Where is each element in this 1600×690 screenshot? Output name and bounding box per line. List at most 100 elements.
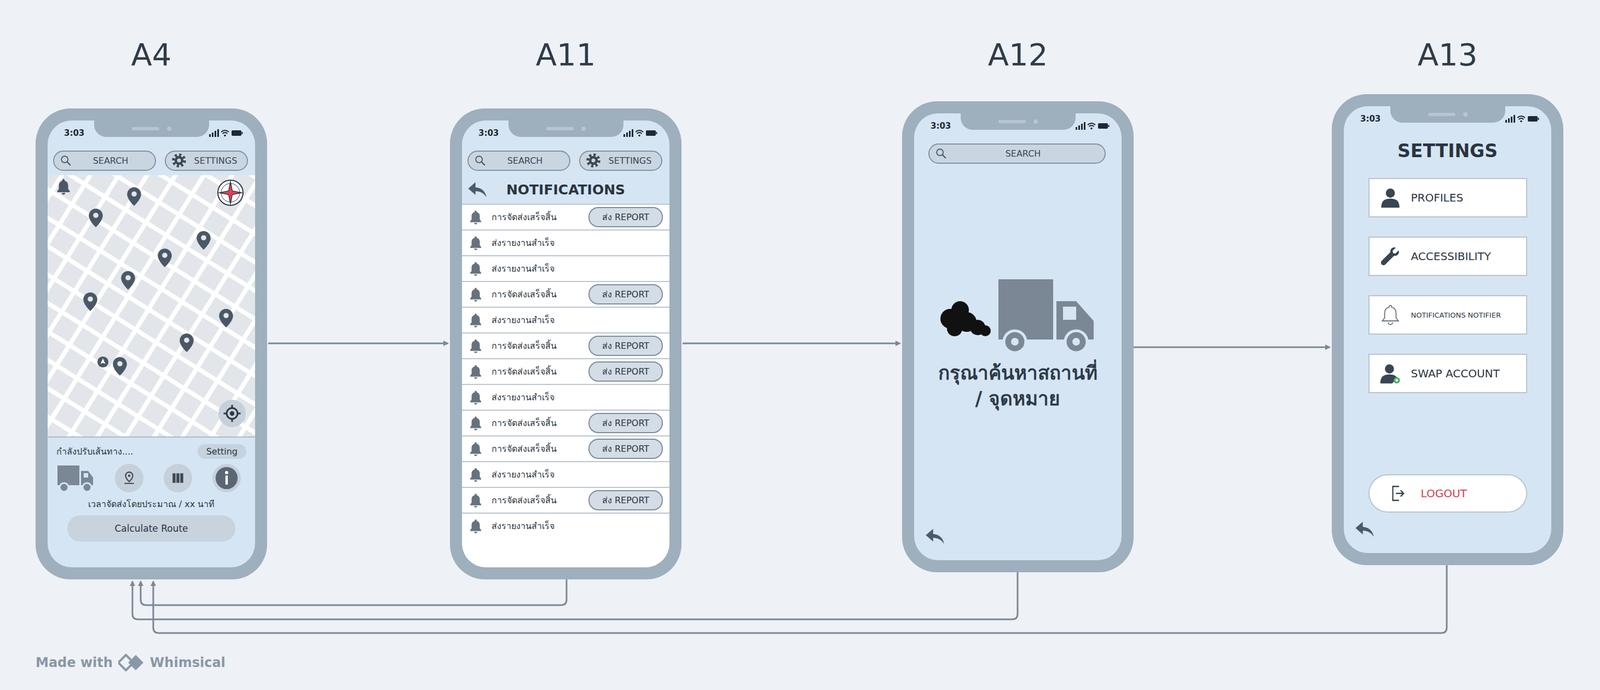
back-row: [1343, 512, 1552, 553]
truck-icon[interactable]: [56, 463, 95, 493]
location-pin-icon[interactable]: [196, 230, 211, 250]
back-row: [914, 519, 1122, 560]
report-button[interactable]: ส่ง REPORT: [588, 412, 663, 433]
notification-row[interactable]: การจัดส่งเสร็จสิ้น ส่ง REPORT: [461, 435, 670, 461]
map-notification-button[interactable]: [54, 177, 73, 199]
empty-search-screen: 3:03 SEARCH กรุณาค้นหาสถานที่/ จุดหมาย: [914, 113, 1122, 560]
location-pin-icon[interactable]: [126, 187, 142, 206]
notification-row[interactable]: ส่งรายงานสำเร็จ: [461, 229, 670, 256]
notification-row[interactable]: ส่งรายงานสำเร็จ: [461, 383, 670, 410]
report-button[interactable]: ส่ง REPORT: [588, 438, 663, 459]
info-icon: [214, 465, 239, 490]
report-button[interactable]: ส่ง REPORT: [588, 489, 663, 511]
calculate-route-button[interactable]: Calculate Route: [67, 515, 236, 542]
person-icon: [1379, 186, 1402, 209]
made-with-badge[interactable]: Made with Whimsical: [35, 653, 226, 672]
search-field[interactable]: SEARCH: [53, 150, 157, 171]
notification-row[interactable]: การจัดส่งเสร็จสิ้น ส่ง REPORT: [461, 280, 670, 307]
status-time: 3:03: [930, 120, 951, 131]
notification-row[interactable]: การจัดส่งเสร็จสิ้น ส่ง REPORT: [461, 332, 670, 358]
screen-label: A12: [902, 36, 1134, 73]
empty-state: กรุณาค้นหาสถานที่/ จุดหมาย: [914, 168, 1122, 520]
notification-row[interactable]: การจัดส่งเสร็จสิ้น ส่ง REPORT: [461, 203, 670, 230]
pin-icon: [122, 470, 137, 485]
settings-list: PROFILES ACCESSIBILITY NOTIFICATIONS NOT…: [1343, 177, 1552, 394]
back-arrow-icon[interactable]: [1353, 519, 1376, 539]
notification-text: การจัดส่งเสร็จสิ้น: [491, 441, 589, 456]
whimsical-logo-icon: [118, 653, 145, 672]
settings-item[interactable]: PROFILES: [1368, 177, 1528, 218]
made-with-text: Made with: [35, 654, 113, 670]
notification-text: การจัดส่งเสร็จสิ้น: [491, 338, 589, 353]
place-button[interactable]: [114, 463, 144, 493]
crosshair-icon: [222, 403, 242, 423]
notification-text: ส่งรายงานสำเร็จ: [491, 467, 663, 482]
logout-button[interactable]: LOGOUT: [1368, 474, 1528, 513]
search-icon: [59, 154, 72, 167]
location-pin-icon[interactable]: [179, 333, 194, 352]
settings-item-label: ACCESSIBILITY: [1411, 249, 1495, 263]
search-field[interactable]: SEARCH: [467, 150, 571, 171]
location-pin-icon[interactable]: [112, 356, 127, 376]
location-pin-icon[interactable]: [218, 308, 234, 328]
status-icons: [209, 129, 244, 137]
report-button[interactable]: ส่ง REPORT: [588, 335, 663, 356]
phone-a13: 3:03 SETTINGS PROFILES ACCESSIBILITY NOT…: [1331, 94, 1564, 565]
notification-row[interactable]: ส่งรายงานสำเร็จ: [461, 306, 670, 333]
route-status: กำลังปรับเส้นทาง....: [56, 444, 134, 459]
flow-diagram: A4A11A12A13 3:03 SEARCH SETTINGS กำลังปร…: [0, 0, 1600, 690]
bell-icon: [467, 312, 484, 329]
info-button[interactable]: [212, 463, 241, 493]
screen-label: A13: [1331, 36, 1564, 73]
phone-a11: 3:03 SEARCH SETTINGS NOTIFICATIONS การจั…: [449, 108, 682, 580]
bell-icon: [467, 389, 484, 406]
eta-text: เวลาจัดส่งโดยประมาณ / xx นาที: [56, 497, 247, 511]
notification-row[interactable]: ส่งรายงานสำเร็จ: [461, 460, 670, 487]
report-button[interactable]: ส่ง REPORT: [588, 361, 663, 382]
settings-button[interactable]: SETTINGS: [164, 150, 248, 171]
settings-item[interactable]: ACCESSIBILITY: [1368, 236, 1528, 276]
notification-row[interactable]: การจัดส่งเสร็จสิ้น ส่ง REPORT: [461, 486, 670, 513]
phone-notch: [1390, 106, 1506, 123]
screen-label: A4: [35, 36, 268, 73]
settings-item[interactable]: SWAP ACCOUNT: [1368, 353, 1528, 394]
empty-message: กรุณาค้นหาสถานที่/ จุดหมาย: [938, 360, 1098, 413]
notification-text: การจัดส่งเสร็จสิ้น: [491, 364, 589, 379]
settings-button[interactable]: SETTINGS: [579, 150, 663, 171]
bell-outline-icon: [1378, 302, 1403, 327]
connector-a12-a13: [1133, 346, 1330, 349]
location-pin-icon[interactable]: [157, 248, 172, 268]
notification-text: การจัดส่งเสร็จสิ้น: [491, 416, 589, 430]
search-row: SEARCH SETTINGS: [461, 145, 670, 176]
report-button[interactable]: ส่ง REPORT: [588, 284, 663, 305]
navigation-marker-icon: [96, 355, 109, 368]
map[interactable]: [47, 175, 256, 437]
notifications-header: NOTIFICATIONS: [461, 175, 670, 204]
search-field[interactable]: SEARCH: [928, 143, 1106, 164]
notification-row[interactable]: ส่งรายงานสำเร็จ: [461, 255, 670, 281]
location-pin-icon[interactable]: [120, 270, 136, 290]
settings-item[interactable]: NOTIFICATIONS NOTIFIER: [1368, 295, 1528, 335]
back-arrow-icon[interactable]: [466, 180, 489, 199]
bell-icon: [467, 260, 484, 277]
compass-icon[interactable]: [215, 177, 246, 209]
settings-item-label: SWAP ACCOUNT: [1411, 366, 1504, 380]
map-button[interactable]: [163, 463, 193, 493]
notification-text: ส่งรายงานสำเร็จ: [491, 235, 663, 250]
notification-row[interactable]: การจัดส่งเสร็จสิ้น ส่ง REPORT: [461, 357, 670, 384]
setting-button[interactable]: Setting: [197, 443, 247, 459]
delivery-truck-icon: [938, 275, 1099, 354]
locate-button[interactable]: [218, 399, 246, 427]
notification-row[interactable]: ส่งรายงานสำเร็จ: [461, 512, 670, 539]
notification-row[interactable]: การจัดส่งเสร็จสิ้น ส่ง REPORT: [461, 409, 670, 436]
notifications-screen: 3:03 SEARCH SETTINGS NOTIFICATIONS การจั…: [461, 120, 670, 568]
report-button[interactable]: ส่ง REPORT: [588, 206, 663, 228]
connector-a4-a11: [268, 342, 448, 345]
location-pin-icon[interactable]: [83, 292, 98, 311]
search-row: SEARCH: [914, 138, 1122, 169]
notification-text: ส่งรายงานสำเร็จ: [491, 390, 663, 404]
location-pin-icon[interactable]: [88, 208, 103, 228]
bell-icon: [467, 234, 484, 252]
status-time: 3:03: [1360, 113, 1381, 124]
back-arrow-icon[interactable]: [923, 526, 946, 546]
